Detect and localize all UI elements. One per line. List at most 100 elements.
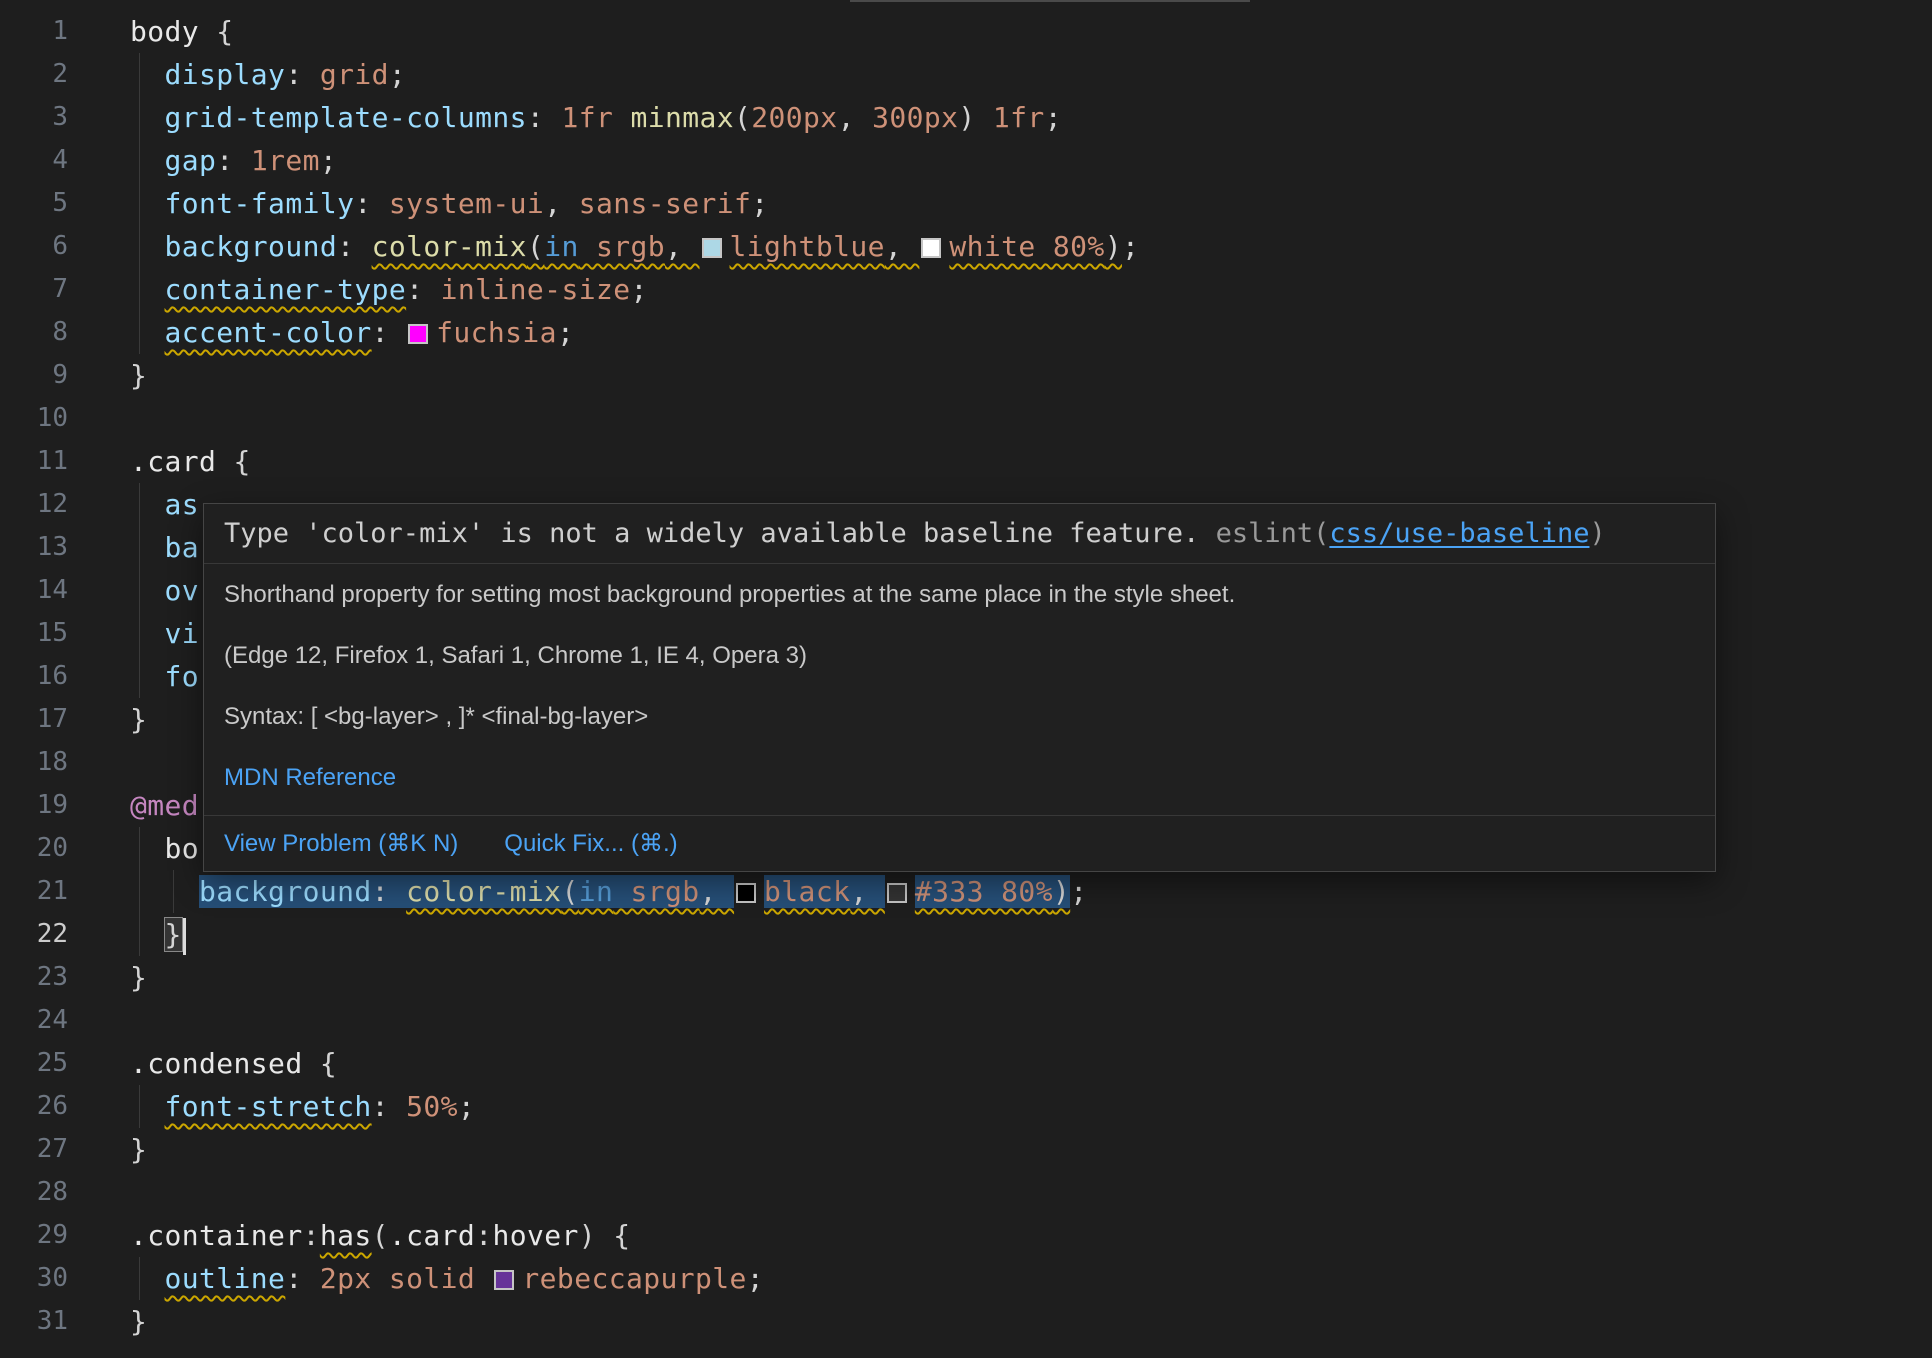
code-token: : — [527, 101, 562, 134]
code-line[interactable]: 30 outline: 2px solid rebeccapurple; — [0, 1257, 1932, 1300]
color-swatch[interactable] — [702, 238, 722, 258]
code-line[interactable]: 3 grid-template-columns: 1fr minmax(200p… — [0, 96, 1932, 139]
color-swatch[interactable] — [408, 324, 428, 344]
line-number[interactable]: 14 — [0, 569, 68, 612]
code-line[interactable]: 22 } — [0, 913, 1932, 956]
line-number[interactable]: 31 — [0, 1300, 68, 1343]
line-number[interactable]: 1 — [0, 10, 68, 53]
code-line[interactable]: 21 background: color-mix(in srgb, black,… — [0, 870, 1932, 913]
line-number[interactable]: 2 — [0, 53, 68, 96]
color-swatch[interactable] — [887, 883, 907, 903]
line-number[interactable]: 13 — [0, 526, 68, 569]
line-number[interactable]: 8 — [0, 311, 68, 354]
code-token: : — [285, 1262, 320, 1295]
code-line[interactable]: 2 display: grid; — [0, 53, 1932, 96]
line-number[interactable]: 12 — [0, 483, 68, 526]
line-number[interactable]: 6 — [0, 225, 68, 268]
code-token: { — [234, 445, 251, 478]
code-token: , — [544, 187, 579, 220]
line-number[interactable]: 28 — [0, 1171, 68, 1214]
doc-syntax: Syntax: [ <bg-layer> , ]* <final-bg-laye… — [224, 702, 1695, 732]
code-token: lightblue — [730, 230, 885, 263]
code-line[interactable]: 26 font-stretch: 50%; — [0, 1085, 1932, 1128]
code-line[interactable]: 25.condensed { — [0, 1042, 1932, 1085]
line-number[interactable]: 21 — [0, 870, 68, 913]
line-number[interactable]: 24 — [0, 999, 68, 1042]
code-token: ) — [1053, 875, 1070, 908]
code-line[interactable]: 5 font-family: system-ui, sans-serif; — [0, 182, 1932, 225]
line-number[interactable]: 9 — [0, 354, 68, 397]
line-number[interactable]: 17 — [0, 698, 68, 741]
quick-fix-action[interactable]: Quick Fix... (⌘.) — [504, 829, 677, 858]
line-number[interactable]: 22 — [0, 913, 68, 956]
code-line[interactable]: 24 — [0, 999, 1932, 1042]
code-token: @med — [130, 789, 199, 822]
problem-message: Type 'color-mix' is not a widely availab… — [224, 518, 1216, 549]
line-number[interactable]: 18 — [0, 741, 68, 784]
line-number[interactable]: 4 — [0, 139, 68, 182]
line-number[interactable]: 30 — [0, 1257, 68, 1300]
code-token: minmax — [630, 101, 734, 134]
mdn-reference-link[interactable]: MDN Reference — [224, 764, 396, 791]
code-line[interactable]: 6 background: color-mix(in srgb, lightbl… — [0, 225, 1932, 268]
color-swatch[interactable] — [736, 883, 756, 903]
code-token — [130, 832, 165, 865]
code-token: has — [320, 1219, 372, 1252]
code-line[interactable]: 23} — [0, 956, 1932, 999]
code-token: ba — [165, 531, 200, 564]
line-number[interactable]: 25 — [0, 1042, 68, 1085]
code-line[interactable]: 27} — [0, 1128, 1932, 1171]
code-line[interactable]: 9} — [0, 354, 1932, 397]
code-line[interactable]: 7 container-type: inline-size; — [0, 268, 1932, 311]
code-token: { — [320, 1047, 337, 1080]
code-line[interactable]: 4 gap: 1rem; — [0, 139, 1932, 182]
view-problem-action[interactable]: View Problem (⌘K N) — [224, 829, 458, 858]
code-token: grid-template-columns — [165, 101, 527, 134]
code-token: ( — [372, 1219, 389, 1252]
code-token: : — [475, 1219, 492, 1252]
code-token: ; — [458, 1090, 475, 1123]
code-token: } — [165, 918, 182, 951]
problem-message-row: Type 'color-mix' is not a widely availab… — [204, 504, 1715, 563]
code-token: vi — [165, 617, 200, 650]
code-token: background — [199, 875, 372, 908]
code-token: { — [216, 15, 233, 48]
line-number[interactable]: 11 — [0, 440, 68, 483]
indent-guide — [139, 268, 140, 311]
line-number[interactable]: 19 — [0, 784, 68, 827]
code-token: } — [130, 1133, 147, 1166]
code-token: white 80% — [949, 230, 1104, 263]
code-token: , — [850, 875, 885, 908]
line-number[interactable]: 27 — [0, 1128, 68, 1171]
line-number[interactable]: 20 — [0, 827, 68, 870]
line-number[interactable]: 29 — [0, 1214, 68, 1257]
color-swatch[interactable] — [921, 238, 941, 258]
code-token: , — [885, 230, 920, 263]
indent-guide — [139, 612, 140, 655]
code-token: { — [613, 1219, 630, 1252]
code-token: display — [165, 58, 286, 91]
code-token: ; — [389, 58, 406, 91]
line-number[interactable]: 16 — [0, 655, 68, 698]
code-token: grid — [320, 58, 389, 91]
line-number[interactable]: 10 — [0, 397, 68, 440]
code-token: : — [406, 273, 441, 306]
line-number[interactable]: 15 — [0, 612, 68, 655]
line-number[interactable]: 3 — [0, 96, 68, 139]
problem-rule-link[interactable]: css/use-baseline — [1329, 518, 1589, 549]
code-line[interactable]: 11.card { — [0, 440, 1932, 483]
code-line[interactable]: 29.container:has(.card:hover) { — [0, 1214, 1932, 1257]
line-number[interactable]: 5 — [0, 182, 68, 225]
code-line[interactable]: 1body { — [0, 10, 1932, 53]
code-line[interactable]: 28 — [0, 1171, 1932, 1214]
code-line[interactable]: 10 — [0, 397, 1932, 440]
indent-guide — [139, 1257, 140, 1300]
color-swatch[interactable] — [494, 1270, 514, 1290]
code-line[interactable]: 31} — [0, 1300, 1932, 1343]
code-token: color-mix — [406, 875, 561, 908]
line-number[interactable]: 26 — [0, 1085, 68, 1128]
code-line[interactable]: 8 accent-color: fuchsia; — [0, 311, 1932, 354]
code-token — [130, 1262, 165, 1295]
line-number[interactable]: 23 — [0, 956, 68, 999]
line-number[interactable]: 7 — [0, 268, 68, 311]
